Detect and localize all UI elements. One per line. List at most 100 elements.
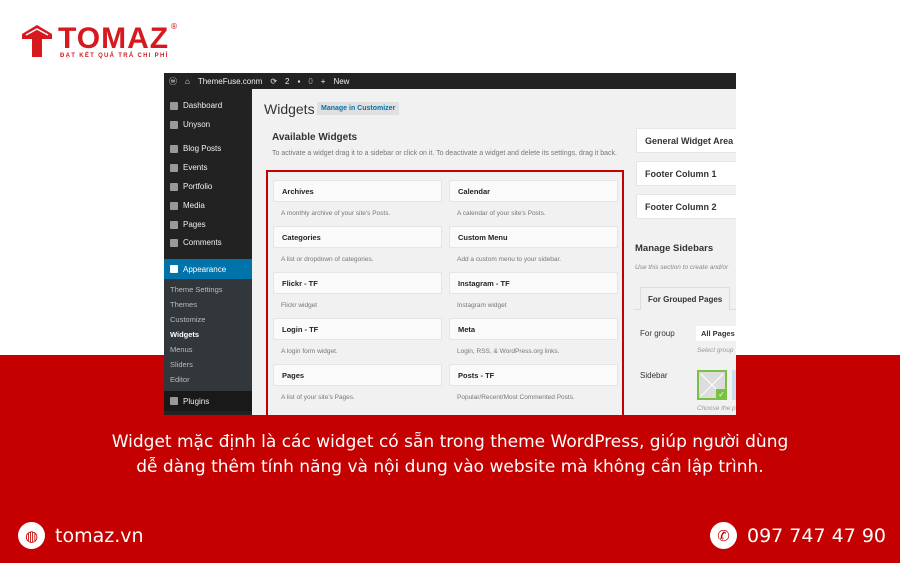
logo-mark-icon <box>22 25 52 57</box>
menu-label: Appearance <box>183 264 227 274</box>
comments-count[interactable]: 0 <box>308 77 312 86</box>
logo-text: TOMAZ <box>58 22 170 55</box>
widget-description: Add a custom menu to your sidebar. <box>457 256 562 263</box>
widget-area-general[interactable]: General Widget Area <box>636 128 736 153</box>
admin-sidebar: Dashboard Unyson Blog Posts Events Portf… <box>164 89 252 415</box>
widget-description: Flickr widget <box>281 302 318 309</box>
widget-area-footer-2[interactable]: Footer Column 2 <box>636 194 736 219</box>
comment-icon: ▪ <box>297 76 301 86</box>
website-text[interactable]: tomaz.vn <box>55 525 144 547</box>
widget-card[interactable]: Custom Menu <box>449 226 618 248</box>
submenu-editor[interactable]: Editor <box>170 375 190 384</box>
brush-icon <box>170 265 178 273</box>
widget-description: Popular/Recent/Most Commented Posts. <box>457 394 575 401</box>
tab-for-grouped-pages[interactable]: For Grouped Pages <box>640 287 730 310</box>
submenu-widgets[interactable]: Widgets <box>170 330 199 339</box>
menu-label: Comments <box>183 238 222 247</box>
check-icon: ✓ <box>716 389 727 400</box>
phone-text[interactable]: 097 747 47 90 <box>747 525 886 547</box>
widget-card[interactable]: Categories <box>273 226 442 248</box>
menu-pages[interactable]: Pages <box>164 216 252 233</box>
menu-plugins[interactable]: Plugins <box>164 391 252 411</box>
widget-card[interactable]: Archives <box>273 180 442 202</box>
submenu-theme-settings[interactable]: Theme Settings <box>170 285 223 294</box>
appearance-submenu: Theme Settings Themes Customize Widgets … <box>164 279 252 399</box>
caption: Widget mặc định là các widget có sẵn tro… <box>0 430 900 480</box>
wordpress-screenshot: ⓦ ⌂ ThemeFuse.conm ⟳ 2 ▪ 0 + New Dashboard … <box>164 73 736 415</box>
site-link[interactable]: ThemeFuse.conm <box>198 77 262 86</box>
manage-sidebars-heading: Manage Sidebars <box>635 243 714 254</box>
caption-line-2: dễ dàng thêm tính năng và nội dung vào w… <box>136 457 764 477</box>
manage-sidebars-description: Use this section to create and/or <box>635 264 729 271</box>
logo-tagline: ĐẠT KẾT QUẢ TRẢ CHI PHÍ <box>60 53 169 59</box>
pin-icon <box>170 144 178 153</box>
widget-card[interactable]: Login - TF <box>273 318 442 340</box>
widget-card[interactable]: Flickr - TF <box>273 272 442 294</box>
widget-description: A login form widget. <box>281 348 338 355</box>
website-contact[interactable]: ◍ tomaz.vn <box>18 522 144 549</box>
phone-icon: ✆ <box>710 522 737 549</box>
submenu-sliders[interactable]: Sliders <box>170 360 193 369</box>
sidebar-label: Sidebar <box>640 371 668 380</box>
submenu-themes[interactable]: Themes <box>170 300 197 309</box>
new-link[interactable]: New <box>333 77 349 86</box>
plugin-icon <box>170 397 178 405</box>
for-group-select[interactable]: All Pages <box>696 326 736 341</box>
wordpress-icon[interactable]: ⓦ <box>169 76 177 87</box>
calendar-icon <box>170 163 178 172</box>
sidebar-option-selected[interactable]: ✓ <box>697 370 727 400</box>
menu-dashboard[interactable]: Dashboard <box>164 97 252 114</box>
updates-count[interactable]: 2 <box>285 77 289 86</box>
widget-card[interactable]: Pages <box>273 364 442 386</box>
page-title: Widgets <box>264 101 315 117</box>
menu-appearance[interactable]: Appearance <box>164 259 252 279</box>
menu-label: Blog Posts <box>183 144 222 153</box>
select-group-hint: Select group <box>697 347 734 354</box>
menu-comments[interactable]: Comments <box>164 234 252 251</box>
home-icon: ⌂ <box>185 76 190 86</box>
available-widgets-description: To activate a widget drag it to a sideba… <box>272 150 618 157</box>
menu-label: Media <box>183 201 205 210</box>
phone-contact[interactable]: ✆ 097 747 47 90 <box>710 522 886 549</box>
widget-card[interactable]: Calendar <box>449 180 618 202</box>
widget-description: A monthly archive of your site's Posts. <box>281 210 391 217</box>
widget-card[interactable]: Instagram - TF <box>449 272 618 294</box>
menu-events[interactable]: Events <box>164 159 252 176</box>
menu-portfolio[interactable]: Portfolio <box>164 178 252 195</box>
menu-label: Unyson <box>183 120 211 129</box>
dashboard-icon <box>170 101 178 110</box>
tomaz-logo: TOMAZ ® ĐẠT KẾT QUẢ TRẢ CHI PHÍ <box>20 22 190 62</box>
plus-icon: + <box>320 76 326 86</box>
updates-icon: ⟳ <box>270 76 278 86</box>
submenu-menus[interactable]: Menus <box>170 345 193 354</box>
widget-area-footer-1[interactable]: Footer Column 1 <box>636 161 736 186</box>
widget-description: A list or dropdown of categories. <box>281 256 374 263</box>
unyson-icon <box>170 120 178 129</box>
menu-blog-posts[interactable]: Blog Posts <box>164 140 252 157</box>
media-icon <box>170 201 178 210</box>
globe-icon: ◍ <box>18 522 45 549</box>
widget-card[interactable]: Meta <box>449 318 618 340</box>
sidebar-option[interactable] <box>732 370 736 400</box>
manage-in-customizer-button[interactable]: Manage in Customizer <box>317 102 400 115</box>
comments-icon <box>170 238 178 247</box>
widget-description: Login, RSS, & WordPress.org links. <box>457 348 560 355</box>
submenu-customize[interactable]: Customize <box>170 315 205 324</box>
folder-icon <box>170 182 178 191</box>
widget-card[interactable]: Posts - TF <box>449 364 618 386</box>
menu-label: Events <box>183 163 208 172</box>
menu-label: Pages <box>183 220 206 229</box>
pages-icon <box>170 220 178 229</box>
menu-media[interactable]: Media <box>164 197 252 214</box>
menu-unyson[interactable]: Unyson <box>164 116 252 133</box>
choose-hint: Choose the p <box>697 405 736 412</box>
menu-label: Plugins <box>183 396 210 406</box>
admin-bar: ⓦ ⌂ ThemeFuse.conm ⟳ 2 ▪ 0 + New <box>164 73 736 89</box>
widget-description: Instagram widget <box>457 302 507 309</box>
caption-line-1: Widget mặc định là các widget có sẵn tro… <box>111 432 789 452</box>
widget-description: A calendar of your site's Posts. <box>457 210 546 217</box>
for-group-label: For group <box>640 329 675 338</box>
widget-description: A list of your site's Pages. <box>281 394 355 401</box>
menu-label: Portfolio <box>183 182 213 191</box>
available-widgets-heading: Available Widgets <box>272 132 358 143</box>
